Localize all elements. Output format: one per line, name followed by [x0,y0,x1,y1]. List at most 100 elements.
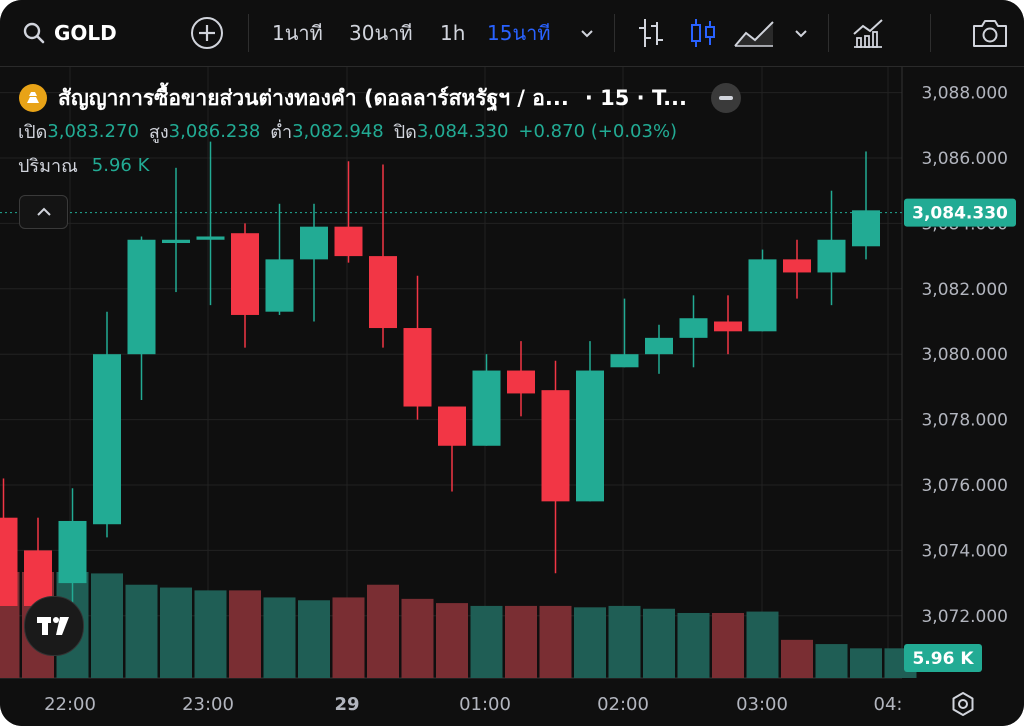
symbol-search[interactable]: GOLD [22,0,117,66]
candle-body [438,406,466,446]
symbol-label: GOLD [54,21,117,45]
interval-15m[interactable]: 15นาที [487,0,551,66]
candle-body [58,520,87,584]
volume-bar [436,603,468,678]
chart-legend: สัญญาการซื้อขายส่วนต่างทองคำ (ดอลลาร์สหร… [18,82,742,182]
indicators-button[interactable] [851,0,885,66]
volume-bar [746,611,779,678]
area-style-button[interactable] [733,0,777,66]
high-value: 3,086.238 [168,120,261,142]
candle-body [93,354,121,525]
volume-bar [367,584,399,678]
candle-body [679,318,708,338]
interval-30m[interactable]: 30นาที [349,0,413,66]
legend-toggle-button[interactable] [19,195,68,229]
chart-settings-button[interactable] [945,686,981,722]
low-value: 3,082.948 [292,120,384,142]
volume-bar [332,597,365,678]
instrument-title: สัญญาการซื้อขายส่วนต่างทองคำ (ดอลลาร์สหร… [58,85,569,110]
volume-bar [677,612,710,678]
volume-badge-label: 5.96 K [912,649,974,669]
candle-body [852,210,880,247]
price-tick-label: 3,082.000 [921,280,1008,300]
open-label: เปิด [18,121,48,143]
indicators-icon [853,19,883,48]
volume-bar [470,605,503,678]
candle-body [714,321,742,332]
chart-type-dropdown[interactable] [792,0,810,66]
volume-bar [850,648,882,678]
candle-body [300,226,328,260]
interval-dropdown[interactable] [578,0,596,66]
volume-bar [298,600,330,678]
candle-body [231,233,259,315]
volume-row: ปริมาณ 5.96 K [18,148,741,182]
price-tick-label: 3,074.000 [921,541,1008,561]
price-tick-label: 3,086.000 [921,149,1008,169]
area-chart-icon [734,21,774,47]
volume-bar [712,612,744,678]
chart-widget: 3,088.0003,086.0003,084.0003,082.0003,08… [0,0,1024,726]
candle-body [507,370,535,394]
close-label: ปิด [393,121,417,143]
candlestick-icon [691,19,715,47]
candle-body [369,256,397,329]
candle-body [472,370,501,446]
candle-body [817,239,846,273]
candle-body [783,259,811,273]
chevron-up-icon [36,207,51,216]
chevron-down-icon [795,30,807,38]
bars-style-button[interactable] [636,0,666,66]
minus-icon [719,96,734,100]
interval-1h[interactable]: 1h [440,0,465,66]
toolbar-divider [828,14,829,52]
volume-bar [574,607,606,678]
candle-body [265,259,294,312]
time-tick-label: 29 [334,694,359,715]
volume-bar [608,605,641,678]
legend-interval: · 15 · T... [584,86,688,110]
search-icon [23,22,45,44]
tradingview-logo[interactable] [24,596,84,656]
volume-bar [815,644,848,678]
open-value: 3,083.270 [47,120,139,142]
interval-1m[interactable]: 1นาที [272,0,323,66]
candle-body [334,226,363,257]
toolbar-divider [614,14,615,52]
volume-bar [401,598,434,678]
price-tick-label: 3,088.000 [921,84,1008,104]
volume-bar [539,605,572,678]
volume-bar [505,605,537,678]
compare-button[interactable] [190,0,224,66]
toolbar: GOLD 1นาที 30นาที 1h 15นาที [0,0,1024,67]
volume-bar [781,639,813,678]
price-tick-label: 3,076.000 [921,476,1008,496]
candles-style-button[interactable] [688,0,718,66]
price-tick-label: 3,078.000 [921,411,1008,431]
volume-bar [125,584,158,678]
time-tick-label: 01:00 [459,694,511,715]
volume-label: ปริมาณ [18,155,78,177]
candle-body [403,328,432,407]
legend-collapse-button[interactable] [711,83,742,113]
volume-bar [263,597,296,678]
change-value: +0.870 (+0.03%) [518,120,678,142]
time-tick-label: 22:00 [44,694,96,715]
candle-body [0,517,18,606]
time-tick-label: 04: [874,694,903,715]
gear-icon [952,692,974,716]
price-tick-label: 3,080.000 [921,345,1008,365]
snapshot-button[interactable] [971,0,1009,66]
chevron-down-icon [581,30,593,38]
plus-circle-icon [191,17,223,49]
price-tick-label: 3,072.000 [921,607,1008,627]
tv-logo-icon [37,617,69,635]
low-label: ต่ำ [270,121,293,143]
toolbar-divider [248,14,249,52]
high-label: สูง [148,121,169,143]
candle-body [576,370,604,502]
volume-bar [229,590,261,678]
candle-body [748,259,777,332]
candle-body [127,239,156,355]
candle-body [645,337,673,355]
